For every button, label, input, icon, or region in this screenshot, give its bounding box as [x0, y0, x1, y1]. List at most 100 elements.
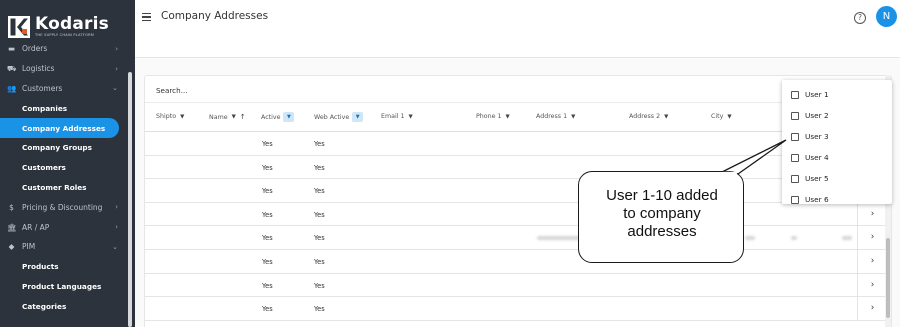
checkbox[interactable]: [791, 90, 799, 99]
cell-web-active: Yes: [314, 234, 325, 243]
chevron-right-icon[interactable]: ›: [857, 273, 887, 298]
blurred-value: [745, 236, 755, 241]
table-row[interactable]: Yes Yes ›: [145, 155, 891, 180]
table-row[interactable]: Yes Yes ›: [145, 273, 891, 298]
help-icon[interactable]: ?: [854, 12, 866, 24]
column-header-web-active[interactable]: Web Active ▼: [314, 112, 364, 122]
cell-web-active: Yes: [314, 305, 325, 314]
column-label: Active: [261, 113, 281, 121]
cell-active: Yes: [262, 257, 273, 266]
menu-icon[interactable]: [142, 13, 151, 21]
column-header-shipto[interactable]: Shipto ▼: [156, 113, 184, 120]
sidebar-item-label: Company Groups: [22, 143, 92, 153]
sidebar-item-categories[interactable]: Categories: [0, 296, 127, 316]
caret-down-icon[interactable]: ▼: [664, 114, 668, 120]
chevron-right-icon: ›: [115, 203, 118, 212]
sort-ascending-icon[interactable]: ↑: [240, 113, 246, 121]
blurred-address: [537, 236, 581, 241]
cell-active: Yes: [262, 281, 273, 290]
sidebar-item-label: AR / AP: [22, 222, 50, 232]
avatar[interactable]: N: [876, 6, 897, 27]
caret-down-icon[interactable]: ▼: [180, 114, 184, 120]
table-row[interactable]: Yes Yes ›: [145, 249, 891, 274]
cell-web-active: Yes: [314, 257, 325, 266]
column-option-user-5[interactable]: User 5: [791, 174, 829, 183]
sidebar-item-label: Customers: [22, 83, 63, 93]
sidebar-item-label: Customer Roles: [22, 182, 87, 192]
checkbox[interactable]: [791, 174, 799, 183]
sidebar-item-label: Company Addresses: [22, 123, 106, 133]
column-header-city[interactable]: City ▼: [711, 113, 732, 120]
filter-dropdown-icon[interactable]: ▼: [352, 112, 364, 122]
brand-tagline: THE SUPPLY CHAIN PLATFORM: [35, 33, 95, 37]
checkbox[interactable]: [791, 132, 799, 141]
chevron-right-icon[interactable]: ›: [857, 226, 887, 250]
table-row[interactable]: Yes Yes ›: [145, 132, 891, 156]
chevron-right-icon[interactable]: ›: [857, 202, 887, 227]
column-chooser-popup: User 1 User 2 User 3 User 4 User 5 User …: [782, 80, 892, 204]
sidebar-item-company-addresses[interactable]: Company Addresses: [0, 118, 119, 138]
column-option-user-2[interactable]: User 2: [791, 111, 829, 120]
search-input[interactable]: Search...: [156, 86, 188, 95]
sidebar-item-logistics[interactable]: ⛟ Logistics ›: [0, 59, 127, 79]
checkbox[interactable]: [791, 111, 799, 120]
top-header: Company Addresses ? N: [135, 0, 900, 58]
sidebar-item-companies[interactable]: Companies: [0, 98, 127, 118]
table-row[interactable]: Yes Yes ›: [145, 226, 891, 250]
dollar-icon: $: [9, 202, 14, 212]
users-icon: 👥: [7, 83, 17, 93]
checkbox[interactable]: [791, 153, 799, 162]
table-body: Yes Yes › Yes Yes › Yes Yes › Yes Yes › …: [145, 132, 891, 321]
column-label: City: [711, 113, 724, 120]
page-title: Company Addresses: [161, 10, 269, 22]
sidebar-scrollbar[interactable]: [128, 72, 132, 327]
chevron-down-icon: ⌄: [112, 84, 118, 93]
caret-down-icon[interactable]: ▼: [408, 114, 412, 120]
filter-dropdown-icon[interactable]: ▼: [283, 112, 295, 122]
chevron-right-icon[interactable]: ›: [857, 297, 887, 321]
kodaris-logo[interactable]: Kodaris THE SUPPLY CHAIN PLATFORM: [8, 14, 109, 40]
sidebar-item-label: Companies: [22, 103, 68, 113]
sidebar-item-customers-group[interactable]: 👥 Customers ⌄: [0, 79, 127, 99]
table-row[interactable]: Yes Yes ›: [145, 179, 891, 203]
caret-down-icon[interactable]: ▼: [727, 114, 731, 120]
caret-down-icon[interactable]: ▼: [506, 114, 510, 120]
cell-active: Yes: [262, 187, 273, 196]
sidebar-item-orders[interactable]: ▬ Orders ›: [0, 39, 127, 59]
column-header-active[interactable]: Active ▼: [261, 112, 295, 122]
truck-icon: ⛟: [7, 63, 17, 73]
column-header-address-2[interactable]: Address 2 ▼: [629, 113, 668, 120]
column-option-user-3[interactable]: User 3: [791, 132, 829, 141]
column-header-address-1[interactable]: Address 1 ▼: [536, 113, 575, 120]
table-row[interactable]: Yes Yes ›: [145, 297, 891, 321]
column-option-user-1[interactable]: User 1: [791, 90, 829, 99]
cell-web-active: Yes: [314, 187, 325, 196]
sidebar-item-products[interactable]: Products: [0, 257, 127, 277]
sidebar-item-ar-ap[interactable]: 🏛 AR / AP ›: [0, 217, 127, 237]
caret-down-icon[interactable]: ▼: [571, 114, 575, 120]
sidebar-item-customer-roles[interactable]: Customer Roles: [0, 178, 127, 198]
column-header-email-1[interactable]: Email 1 ▼: [381, 113, 413, 120]
table-row[interactable]: Yes Yes ›: [145, 202, 891, 227]
cell-web-active: Yes: [314, 163, 325, 172]
sidebar-item-pim[interactable]: ◆ PIM ⌄: [0, 237, 127, 257]
sidebar-nav: ▬ Orders › ⛟ Logistics › 👥 Customers ⌄ C…: [0, 44, 127, 316]
callout-text: User 1-10 added to company addresses: [606, 187, 718, 240]
checkbox[interactable]: [791, 195, 799, 204]
sidebar-item-label: Products: [22, 262, 59, 272]
chevron-right-icon[interactable]: ›: [857, 249, 887, 274]
caret-down-icon[interactable]: ▼: [232, 114, 236, 120]
column-option-user-6[interactable]: User 6: [791, 195, 829, 204]
sidebar-item-company-groups[interactable]: Company Groups: [0, 138, 127, 158]
cell-web-active: Yes: [314, 210, 325, 219]
annotation-callout: User 1-10 added to company addresses: [578, 171, 744, 263]
sidebar-item-product-languages[interactable]: Product Languages: [0, 277, 127, 297]
table-scrollbar[interactable]: [886, 238, 890, 318]
column-header-name[interactable]: Name ▼ ↑: [209, 113, 246, 121]
sidebar-item-pricing[interactable]: $ Pricing & Discounting ›: [0, 197, 127, 217]
cell-web-active: Yes: [314, 281, 325, 290]
sidebar-item-customers[interactable]: Customers: [0, 158, 127, 178]
sidebar-item-label: Categories: [22, 301, 67, 311]
column-option-user-4[interactable]: User 4: [791, 153, 829, 162]
column-header-phone-1[interactable]: Phone 1 ▼: [476, 113, 510, 120]
